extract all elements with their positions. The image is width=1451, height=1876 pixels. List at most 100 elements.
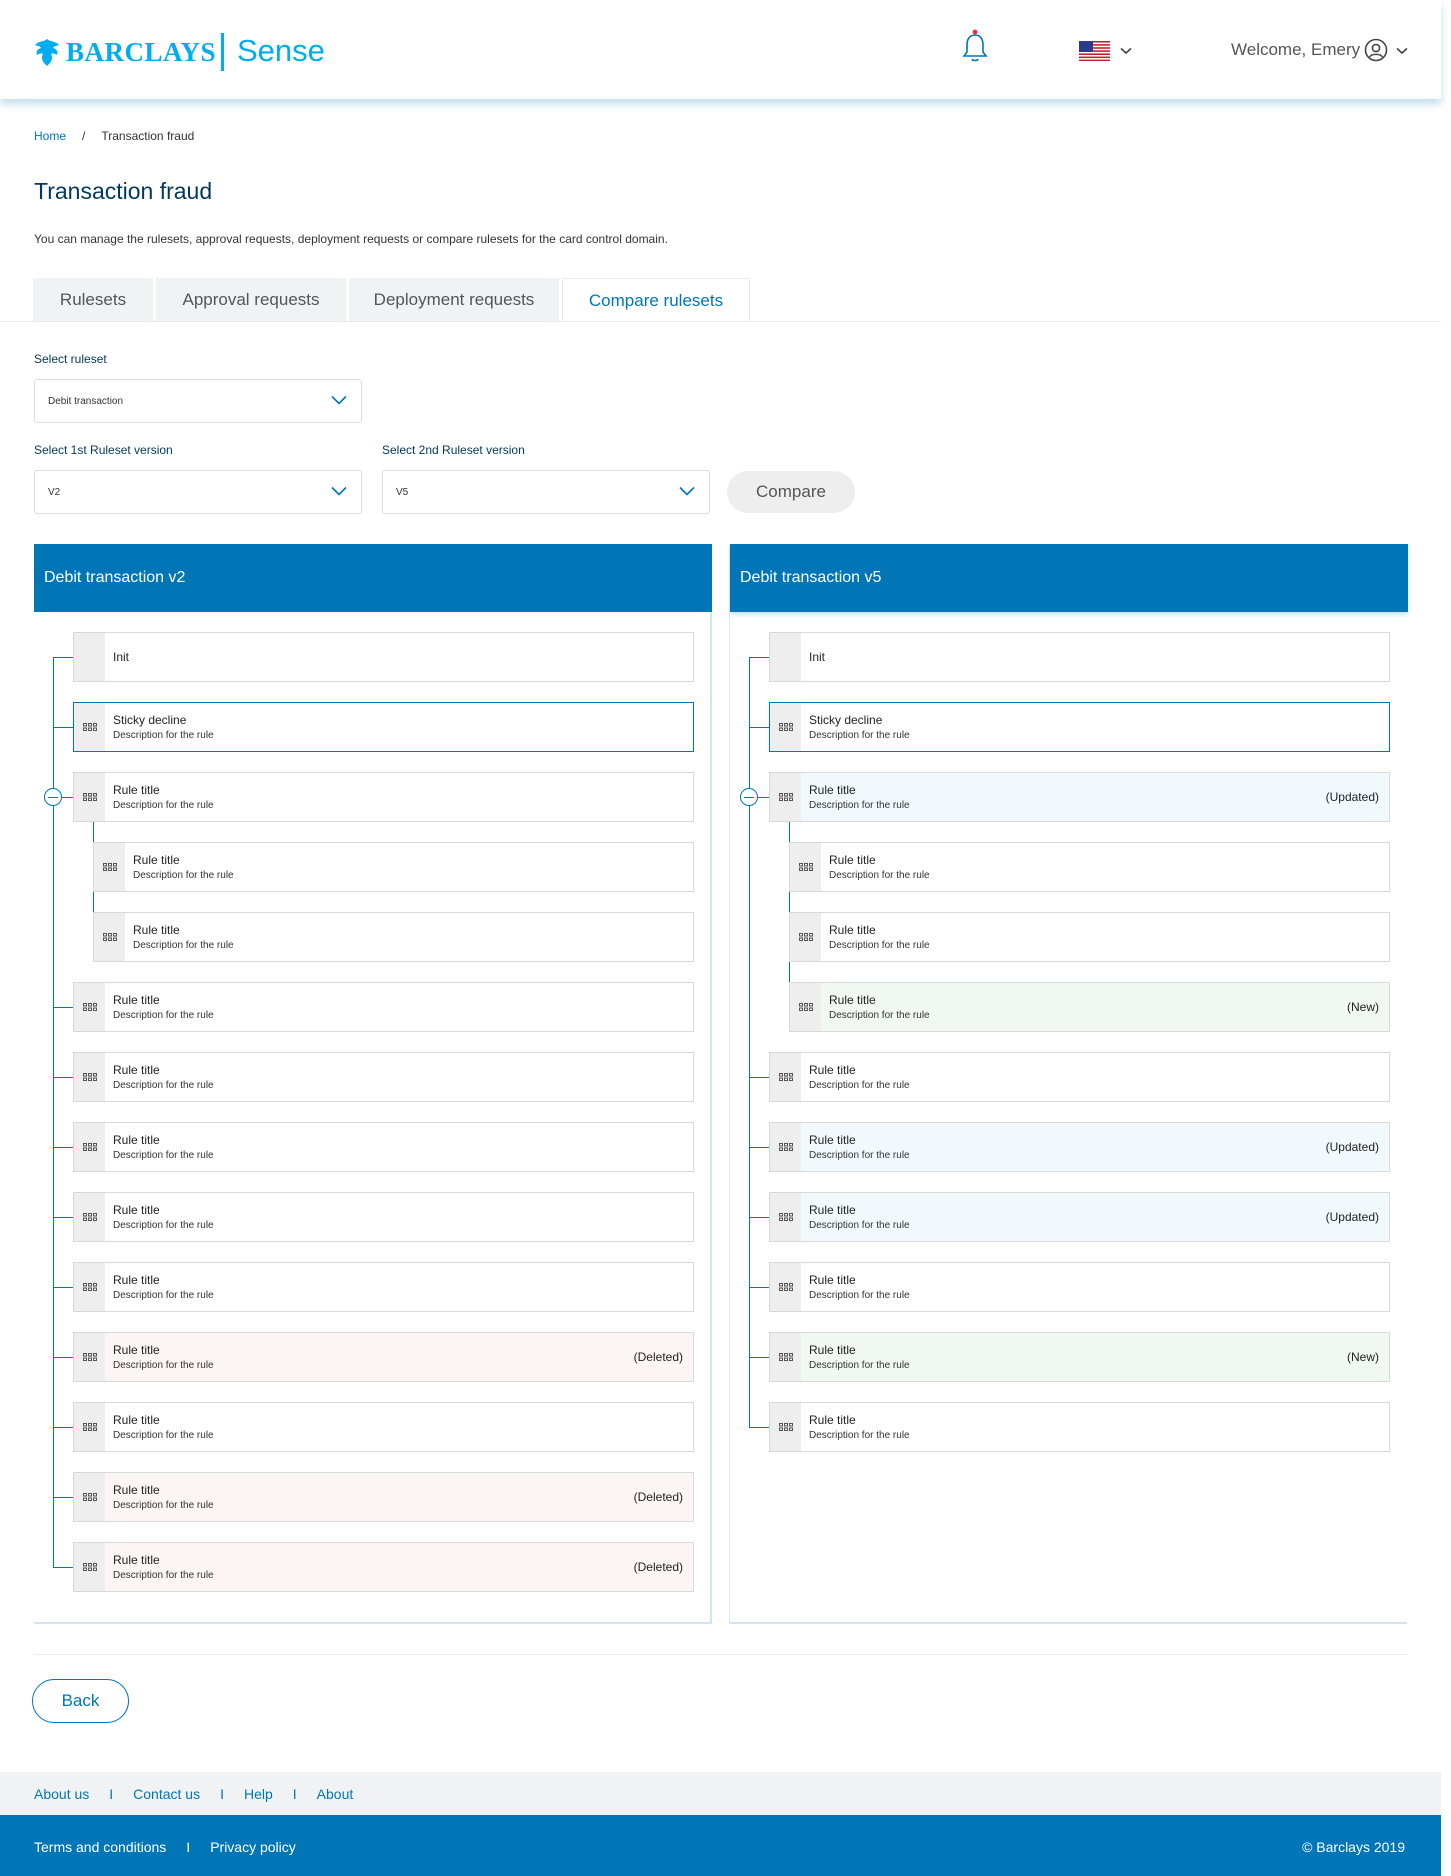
rule-item[interactable]: Rule title Description for the rule — [769, 1262, 1390, 1312]
drag-handle[interactable] — [74, 633, 105, 681]
rule-item[interactable]: Rule title Description for the rule (Delet… — [73, 1332, 694, 1382]
select-ruleset-label: Select ruleset — [34, 352, 107, 366]
drag-handle[interactable] — [74, 1263, 105, 1311]
tab-compare-rulesets[interactable]: Compare rulesets — [562, 278, 750, 322]
rule-item[interactable]: Rule title Description for the rule — [789, 842, 1390, 892]
drag-handle[interactable] — [790, 843, 821, 891]
drag-handle[interactable] — [770, 633, 801, 681]
chevron-down-icon[interactable] — [1396, 47, 1408, 55]
footer-link-about[interactable]: About — [317, 1786, 354, 1802]
rule-status-badge: (Updated) — [1325, 790, 1379, 804]
drag-handle[interactable] — [74, 1403, 105, 1451]
drag-handle[interactable] — [790, 983, 821, 1031]
rule-description: Description for the rule — [113, 1430, 214, 1441]
drag-handle-icon — [102, 933, 117, 941]
us-flag-icon[interactable] — [1079, 41, 1110, 61]
tab-deployment-requests[interactable]: Deployment requests — [349, 278, 559, 322]
rule-title: Rule title — [113, 993, 160, 1007]
rule-item[interactable]: Rule title Description for the rule (Updat… — [769, 772, 1390, 822]
rule-item[interactable]: Rule title Description for the rule — [93, 912, 694, 962]
drag-handle[interactable] — [94, 913, 125, 961]
rule-description: Description for the rule — [809, 1080, 910, 1091]
rule-item[interactable]: Sticky decline Description for the rule — [73, 702, 694, 752]
barclays-logo[interactable]: BARCLAYS — [34, 34, 216, 70]
drag-handle-icon — [798, 863, 813, 871]
drag-handle[interactable] — [770, 1053, 801, 1101]
drag-handle-icon — [82, 1003, 97, 1011]
user-circle-icon[interactable] — [1364, 38, 1388, 62]
rule-description: Description for the rule — [809, 1150, 910, 1161]
drag-handle[interactable] — [74, 983, 105, 1031]
footer-link-contact-us[interactable]: Contact us — [133, 1786, 200, 1802]
breadcrumb-home[interactable]: Home — [34, 129, 66, 143]
compare-button[interactable]: Compare — [727, 471, 855, 513]
rule-item[interactable]: Rule title Description for the rule — [73, 982, 694, 1032]
drag-handle[interactable] — [770, 1123, 801, 1171]
drag-handle[interactable] — [74, 703, 105, 751]
drag-handle[interactable] — [74, 1333, 105, 1381]
product-name: Sense — [237, 33, 325, 68]
drag-handle[interactable] — [94, 843, 125, 891]
drag-handle[interactable] — [74, 773, 105, 821]
footer-separator: I — [220, 1786, 224, 1802]
rule-item[interactable]: Rule title Description for the rule — [73, 772, 694, 822]
rule-item[interactable]: Rule title Description for the rule — [73, 1192, 694, 1242]
rule-item[interactable]: Rule title Description for the rule (Updat… — [769, 1122, 1390, 1172]
drag-handle[interactable] — [770, 773, 801, 821]
bell-icon[interactable] — [960, 28, 990, 64]
rule-title: Sticky decline — [113, 713, 187, 727]
ruleset-select[interactable]: Debit transaction — [34, 379, 362, 423]
rule-item[interactable]: Rule title Description for the rule — [73, 1262, 694, 1312]
rule-description: Description for the rule — [809, 730, 910, 741]
footer-link-help[interactable]: Help — [244, 1786, 273, 1802]
drag-handle[interactable] — [74, 1193, 105, 1241]
rule-item[interactable]: Init — [769, 632, 1390, 682]
rule-item[interactable]: Init — [73, 632, 694, 682]
rule-item[interactable]: Rule title Description for the rule — [769, 1402, 1390, 1452]
rule-item[interactable]: Rule title Description for the rule (Delet… — [73, 1542, 694, 1592]
back-button[interactable]: Back — [32, 1679, 129, 1723]
drag-handle[interactable] — [790, 913, 821, 961]
second-version-select[interactable]: V5 — [382, 470, 710, 514]
drag-handle[interactable] — [74, 1053, 105, 1101]
breadcrumb-separator: / — [82, 129, 86, 143]
rule-item[interactable]: Rule title Description for the rule (New) — [769, 1332, 1390, 1382]
rule-status-badge: (Deleted) — [633, 1490, 683, 1504]
rule-item[interactable]: Rule title Description for the rule — [73, 1122, 694, 1172]
rule-item[interactable]: Rule title Description for the rule (New) — [789, 982, 1390, 1032]
collapse-minus-icon[interactable] — [740, 788, 758, 806]
footer-link-terms[interactable]: Terms and conditions — [34, 1839, 166, 1855]
tab-rulesets[interactable]: Rulesets — [33, 278, 153, 322]
rule-item[interactable]: Rule title Description for the rule — [769, 1052, 1390, 1102]
drag-handle[interactable] — [770, 703, 801, 751]
drag-handle[interactable] — [770, 1263, 801, 1311]
rule-item[interactable]: Rule title Description for the rule — [73, 1052, 694, 1102]
drag-handle[interactable] — [770, 1403, 801, 1451]
drag-handle[interactable] — [770, 1333, 801, 1381]
rule-item[interactable]: Rule title Description for the rule (Updat… — [769, 1192, 1390, 1242]
drag-handle-icon — [82, 793, 97, 801]
drag-handle[interactable] — [770, 1193, 801, 1241]
drag-handle[interactable] — [74, 1473, 105, 1521]
rule-description: Description for the rule — [113, 1150, 214, 1161]
drag-handle[interactable] — [74, 1543, 105, 1591]
footer-link-about-us[interactable]: About us — [34, 1786, 89, 1802]
rule-item[interactable]: Rule title Description for the rule — [73, 1402, 694, 1452]
rule-item[interactable]: Rule title Description for the rule (Delet… — [73, 1472, 694, 1522]
rule-status-badge: (New) — [1347, 1000, 1379, 1014]
rule-description: Description for the rule — [113, 800, 214, 811]
rule-item[interactable]: Sticky decline Description for the rule — [769, 702, 1390, 752]
first-version-select[interactable]: V2 — [34, 470, 362, 514]
tab-approval-requests[interactable]: Approval requests — [156, 278, 346, 322]
footer-link-privacy[interactable]: Privacy policy — [210, 1839, 296, 1855]
collapse-minus-icon[interactable] — [44, 788, 62, 806]
rule-item[interactable]: Rule title Description for the rule — [93, 842, 694, 892]
rule-description: Description for the rule — [133, 870, 234, 881]
drag-handle[interactable] — [74, 1123, 105, 1171]
rule-item[interactable]: Rule title Description for the rule — [789, 912, 1390, 962]
drag-handle-icon — [778, 1213, 793, 1221]
chevron-down-icon[interactable] — [1120, 47, 1132, 55]
tree-connector — [53, 727, 73, 728]
first-version-select-value: V2 — [48, 487, 61, 498]
tree-connector — [749, 1077, 769, 1078]
